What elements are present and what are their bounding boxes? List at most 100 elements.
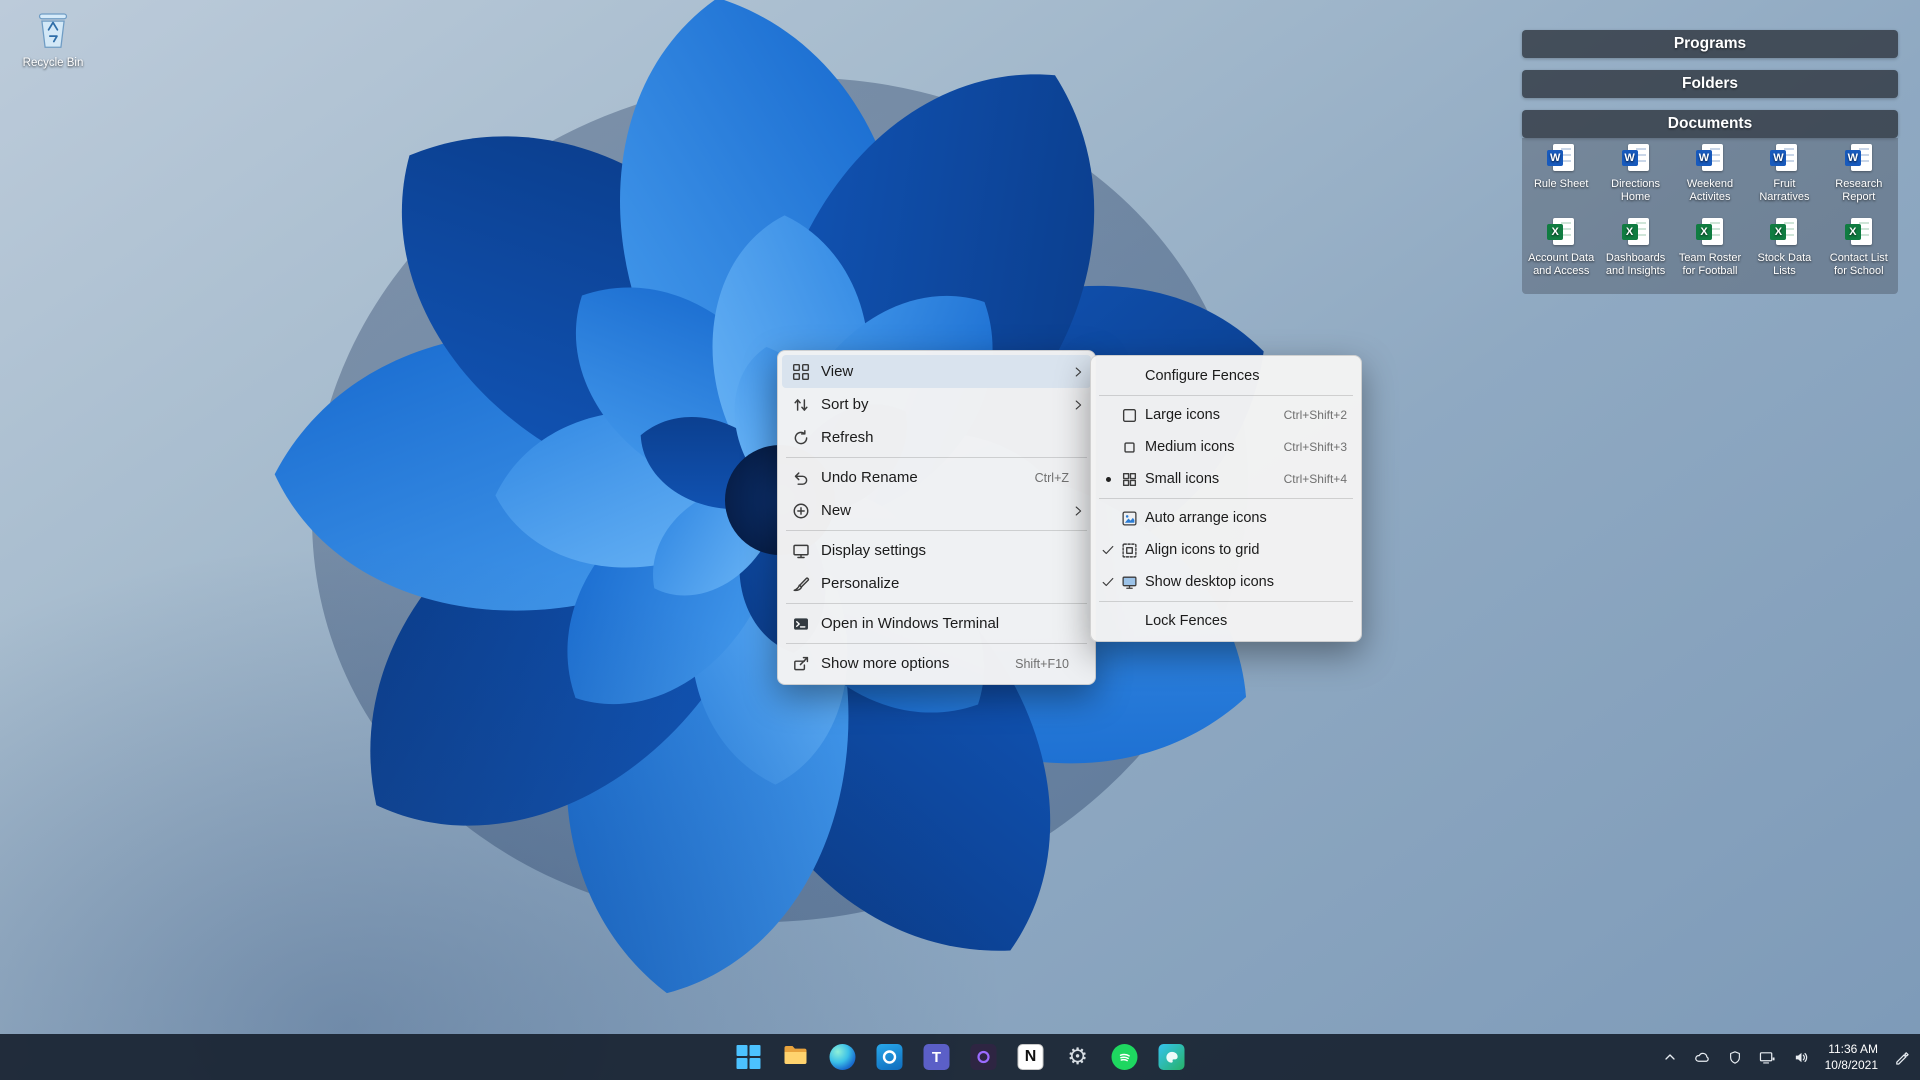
volume-icon[interactable] [1790,1047,1812,1068]
chevron-right-icon [1069,504,1087,518]
document-label: Dashboards and Insights [1605,252,1666,277]
spotify-button[interactable] [1105,1037,1145,1077]
excel-file-icon: X [1769,218,1799,250]
submenu-item-lock-fences[interactable]: Lock Fences [1095,605,1357,637]
tray-time: 11:36 AM [1828,1041,1878,1056]
document-label: Fruit Narratives [1759,178,1810,203]
fence-documents-header[interactable]: Documents [1522,110,1898,138]
align-grid-icon [1117,542,1141,559]
menu-separator [1099,601,1353,602]
document-label: Stock Data Lists [1757,252,1812,277]
edge-button[interactable] [823,1037,863,1077]
pen-icon[interactable] [1891,1047,1912,1068]
word-file-icon: W [1769,144,1799,176]
menu-item-label: Personalize [821,575,900,592]
submenu-item-label: Configure Fences [1145,368,1260,384]
security-shield-icon[interactable] [1725,1047,1745,1068]
menu-item-label: Sort by [821,396,869,413]
excel-file-icon: X [1621,218,1651,250]
document-label: Rule Sheet [1533,178,1589,190]
chevron-right-icon [1069,365,1087,379]
menu-item-shortcut: Shift+F10 [1015,656,1069,671]
app-purple-button[interactable] [964,1037,1004,1077]
excel-file-icon: X [1844,218,1874,250]
document-shortcut[interactable]: W Directions Home [1598,144,1672,218]
document-label: Contact List for School [1829,252,1888,277]
document-shortcut[interactable]: W Weekend Activites [1673,144,1747,218]
menu-item-new[interactable]: New [782,494,1091,527]
submenu-item-label: Large icons [1145,407,1220,423]
fence-programs-header[interactable]: Programs [1522,30,1898,58]
radio-selected-icon [1099,476,1117,482]
checkmark-icon [1099,575,1117,589]
personalize-brush-icon [790,575,812,593]
menu-item-sort-by[interactable]: Sort by [782,388,1091,421]
submenu-item-show-desktop-icons[interactable]: Show desktop icons [1095,566,1357,598]
tray-chevron-up-icon[interactable] [1660,1047,1680,1067]
settings-button[interactable]: ⚙ [1058,1037,1098,1077]
outlook-icon [876,1044,903,1070]
tray-date: 10/8/2021 [1824,1058,1878,1072]
recycle-bin[interactable]: Recycle Bin [14,8,92,69]
menu-separator [786,457,1087,458]
menu-item-label: Refresh [821,429,874,446]
outlook-button[interactable] [870,1037,910,1077]
windows-logo-icon [736,1045,761,1069]
document-shortcut[interactable]: W Rule Sheet [1524,144,1598,218]
start-button[interactable] [729,1037,769,1077]
document-shortcut[interactable]: W Research Report [1822,144,1896,218]
document-shortcut[interactable]: X Dashboards and Insights [1598,218,1672,292]
document-shortcut[interactable]: X Stock Data Lists [1747,218,1821,292]
submenu-item-auto-arrange[interactable]: Auto arrange icons [1095,502,1357,534]
submenu-item-label: Medium icons [1145,439,1235,455]
menu-item-open-terminal[interactable]: Open in Windows Terminal [782,607,1091,640]
word-file-icon: W [1695,144,1725,176]
menu-separator [786,603,1087,604]
tray-clock[interactable]: 11:36 AM 10/8/2021 [1823,1041,1880,1073]
document-shortcut[interactable]: X Account Data and Access [1524,218,1598,292]
menu-item-label: Undo Rename [821,469,918,486]
onedrive-cloud-icon[interactable] [1691,1047,1714,1067]
submenu-item-label: Small icons [1145,471,1220,487]
fence-folders-header[interactable]: Folders [1522,70,1898,98]
excel-file-icon: X [1546,218,1576,250]
submenu-item-shortcut: Ctrl+Shift+3 [1283,440,1347,454]
refresh-icon [790,429,812,447]
chevron-right-icon [1069,398,1087,412]
menu-separator [1099,395,1353,396]
menu-item-undo-rename[interactable]: Undo Rename Ctrl+Z [782,461,1091,494]
taskbar: T N ⚙ 11:36 AM 10/8/2021 [0,1034,1920,1080]
view-submenu: Configure Fences Large icons Ctrl+Shift+… [1090,355,1362,642]
teams-button[interactable]: T [917,1037,957,1077]
notion-icon: N [1017,1044,1044,1070]
word-file-icon: W [1546,144,1576,176]
network-icon[interactable] [1756,1047,1779,1068]
submenu-item-small-icons[interactable]: Small icons Ctrl+Shift+4 [1095,463,1357,495]
teams-icon: T [923,1044,950,1070]
submenu-item-medium-icons[interactable]: Medium icons Ctrl+Shift+3 [1095,431,1357,463]
document-shortcut[interactable]: W Fruit Narratives [1747,144,1821,218]
menu-item-label: New [821,502,852,519]
menu-item-view[interactable]: View [782,355,1091,388]
menu-item-personalize[interactable]: Personalize [782,567,1091,600]
word-file-icon: W [1621,144,1651,176]
submenu-item-configure-fences[interactable]: Configure Fences [1095,360,1357,392]
menu-item-display-settings[interactable]: Display settings [782,534,1091,567]
checkmark-icon [1099,543,1117,557]
menu-item-show-more-options[interactable]: Show more options Shift+F10 [782,647,1091,680]
paint-button[interactable] [1152,1037,1192,1077]
document-shortcut[interactable]: X Team Roster for Football [1673,218,1747,292]
document-label: Team Roster for Football [1678,252,1742,277]
notion-button[interactable]: N [1011,1037,1051,1077]
menu-separator [1099,498,1353,499]
desktop-icons-icon [1117,574,1141,591]
menu-item-label: Open in Windows Terminal [821,615,1000,632]
settings-gear-icon: ⚙ [1067,1043,1088,1070]
submenu-item-align-to-grid[interactable]: Align icons to grid [1095,534,1357,566]
fence-documents-title: Documents [1667,115,1753,132]
document-shortcut[interactable]: X Contact List for School [1822,218,1896,292]
submenu-item-large-icons[interactable]: Large icons Ctrl+Shift+2 [1095,399,1357,431]
submenu-item-shortcut: Ctrl+Shift+2 [1283,408,1347,422]
file-explorer-button[interactable] [776,1037,816,1077]
menu-item-refresh[interactable]: Refresh [782,421,1091,454]
